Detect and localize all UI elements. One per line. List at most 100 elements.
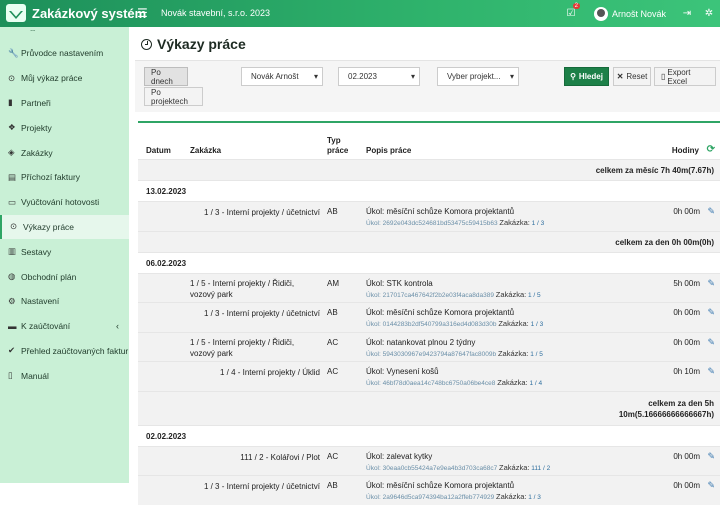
menu-toggle-icon[interactable]: ☰ — [137, 6, 148, 20]
company-name: Novák stavební, s.r.o. 2023 — [161, 8, 271, 18]
edit-icon[interactable]: ✎ — [707, 337, 715, 348]
sidebar-item[interactable]: ❖ Projekty — [0, 115, 129, 140]
cogs-icon: ⚙ — [8, 295, 16, 306]
sidebar-item[interactable]: ▭ Vyúčtování hotovosti — [0, 190, 129, 215]
edit-icon[interactable]: ✎ — [707, 366, 715, 377]
zakazka-link[interactable]: 1 / 4 — [529, 380, 542, 387]
ukol-text: Úkol: STK kontrola — [366, 278, 433, 288]
hours-cell: 0h 00m — [673, 451, 700, 461]
zakazka-cell: 1 / 3 - Interní projekty / účetnictví — [203, 208, 320, 217]
edit-icon[interactable]: ✎ — [707, 451, 715, 462]
period-select[interactable]: 02.2023 — [338, 67, 420, 86]
settings-icon[interactable]: ✲ — [698, 8, 720, 19]
sidebar-item-label: Přehled zaúčtovaných faktur — [21, 345, 129, 356]
sidebar-item-label: Příchozí faktury — [21, 172, 81, 183]
date-label: 02.02.2023 — [146, 431, 187, 441]
reset-button[interactable]: ✕ Reset — [613, 67, 651, 86]
ukol-id: Úkol: 217017ca467642f2b2e03f4aca8da389 Z… — [366, 289, 541, 299]
date-label: 06.02.2023 — [146, 258, 187, 268]
project-select[interactable]: Vyber projekt... — [437, 67, 519, 86]
sidebar-item[interactable]: ⚙ Nastavení — [0, 289, 129, 314]
search-icon: ⚲ — [570, 72, 576, 81]
sidebar-item[interactable]: ◍ Obchodní plán — [0, 264, 129, 289]
zakazka-link[interactable]: 111 / 2 — [531, 465, 550, 472]
sidebar-item[interactable]: ▤ Příchozí faktury — [0, 165, 129, 190]
table-row: 1 / 5 - Interní projekty / Řidiči, vozov… — [138, 331, 720, 361]
col-typ: Typ — [327, 136, 341, 145]
col-popis: Popis práce — [366, 146, 412, 155]
ukol-text: Úkol: natankovat plnou 2 týdny — [366, 337, 476, 347]
hours-cell: 0h 00m — [673, 481, 700, 490]
popis-cell: Úkol: měsíční schůze Komora projektantů Ú… — [366, 480, 566, 503]
zakazka-link[interactable]: 1 / 5 — [530, 351, 543, 358]
edit-icon[interactable]: ✎ — [707, 480, 715, 491]
worklog-table: Datum Zakázka Typ práce Popis práce Hodi… — [138, 121, 720, 505]
wrench-icon: 🔧 — [8, 47, 19, 58]
total-row: celkem za měsíc 7h 40m(7.67h) — [138, 159, 720, 180]
sidebar-item[interactable]: ▮ Partneři — [0, 91, 129, 116]
table-row: 1 / 3 - Interní projekty / účetnictví AB Ú… — [138, 475, 720, 505]
ukol-id: Úkol: 46bf78d0aea14c748bc6750a06be4ce8 Z… — [366, 378, 543, 387]
user-name[interactable]: Arnošt Novák — [612, 9, 666, 19]
user-select[interactable]: Novák Arnošt — [241, 67, 323, 86]
file-icon: ▯ — [661, 72, 666, 81]
table-header: Datum Zakázka Typ práce Popis práce Hodi… — [138, 129, 720, 157]
by-projects-button[interactable]: Po projektech — [144, 87, 203, 106]
ukol-text: Úkol: měsíční schůze Komora projektantů — [366, 207, 515, 216]
page-title-text: Výkazy práce — [157, 36, 246, 52]
chevron-left-icon[interactable]: ‹ — [116, 321, 119, 331]
edit-icon[interactable]: ✎ — [707, 206, 715, 217]
popis-cell: Úkol: měsíční schůze Komora projektantů Ú… — [366, 307, 566, 330]
export-button[interactable]: ▯ Export Excel — [654, 67, 716, 86]
edit-icon[interactable]: ✎ — [707, 307, 715, 318]
sidebar-item-label: Nastavení — [21, 296, 60, 307]
hours-cell: 0h 00m — [673, 207, 700, 216]
ukol-id: Úkol: 2a9646d5ca974394ba12a2ffeb774929 Z… — [366, 492, 541, 501]
refresh-icon[interactable]: ⟳ — [707, 144, 715, 155]
page-title: Výkazy práce — [141, 36, 246, 52]
folder-icon: ▬ — [8, 321, 17, 332]
sidebar-item[interactable]: ◈ Zakázky — [0, 140, 129, 165]
logo-icon — [6, 4, 26, 22]
col-date: Datum — [146, 146, 171, 155]
sidebar-item[interactable]: ✔ Přehled zaúčtovaných faktur — [0, 339, 129, 364]
sidebar-item-label: Zakázky — [21, 147, 53, 158]
tasks-icon[interactable]: ☑ 2 — [560, 3, 582, 19]
zakazka-link[interactable]: 1 / 3 — [531, 321, 544, 328]
zakazka-link[interactable]: 1 / 3 — [532, 220, 545, 227]
total-row: celkem za den 5h 10m(5.16666666666667h) — [138, 390, 720, 425]
date-label: 13.02.2023 — [146, 187, 187, 196]
wifi-icon: ⌔ — [29, 28, 37, 37]
sidebar-item[interactable]: ▥ Sestavy — [0, 239, 129, 264]
by-days-button[interactable]: Po dnech — [144, 67, 188, 86]
top-navbar: Zakázkový systém ☰ Novák stavební, s.r.o… — [0, 0, 720, 27]
total-text: celkem za den 5h — [648, 398, 714, 408]
table-row: 1 / 3 - Interní projekty / účetnictví AB Ú… — [138, 201, 720, 231]
sidebar-item[interactable]: 🔧 Průvodce nastavením — [0, 41, 129, 66]
zakazka-link[interactable]: 1 / 5 — [528, 292, 541, 299]
ukol-id: Úkol: 5943030967e9423794a87647fac8009b Z… — [366, 348, 543, 358]
sidebar-item-label: Manuál — [21, 370, 49, 381]
table-row: 1 / 5 - Interní projekty / Řidiči, vozov… — [138, 272, 720, 302]
brand[interactable]: Zakázkový systém — [6, 4, 146, 22]
date-row: 02.02.2023 — [138, 424, 720, 446]
clock-icon — [141, 38, 152, 50]
typ-cell: AB — [327, 308, 338, 317]
edit-icon[interactable]: ✎ — [707, 278, 715, 289]
avatar[interactable] — [593, 6, 608, 21]
sidebar-item[interactable]: ⊙ Výkazy práce — [0, 214, 129, 240]
invoice-icon: ▤ — [8, 171, 17, 182]
logout-icon[interactable]: ⇥ — [676, 8, 698, 19]
table-body: celkem za měsíc 7h 40m(7.67h) 13.02.2023 1… — [138, 159, 720, 505]
ukol-text: Úkol: měsíční schůze Komora projektantů — [366, 481, 515, 490]
cube-icon: ◈ — [8, 147, 15, 158]
zakazka-link[interactable]: 1 / 3 — [528, 494, 541, 501]
chart-icon: ▥ — [8, 246, 17, 257]
sidebar-item[interactable]: ▬ K zaúčtování ‹ — [0, 314, 129, 339]
col-typ-2: práce — [327, 146, 349, 155]
sidebar-item[interactable]: ▯ Manuál — [0, 363, 129, 388]
search-button[interactable]: ⚲ Hledej — [564, 67, 609, 86]
sidebar-item[interactable]: ⊙ Můj výkaz práce — [0, 66, 129, 91]
typ-cell: AC — [327, 367, 339, 376]
table-row: 1 / 4 - Interní projekty / Úklid AC Úkol: … — [138, 361, 720, 391]
